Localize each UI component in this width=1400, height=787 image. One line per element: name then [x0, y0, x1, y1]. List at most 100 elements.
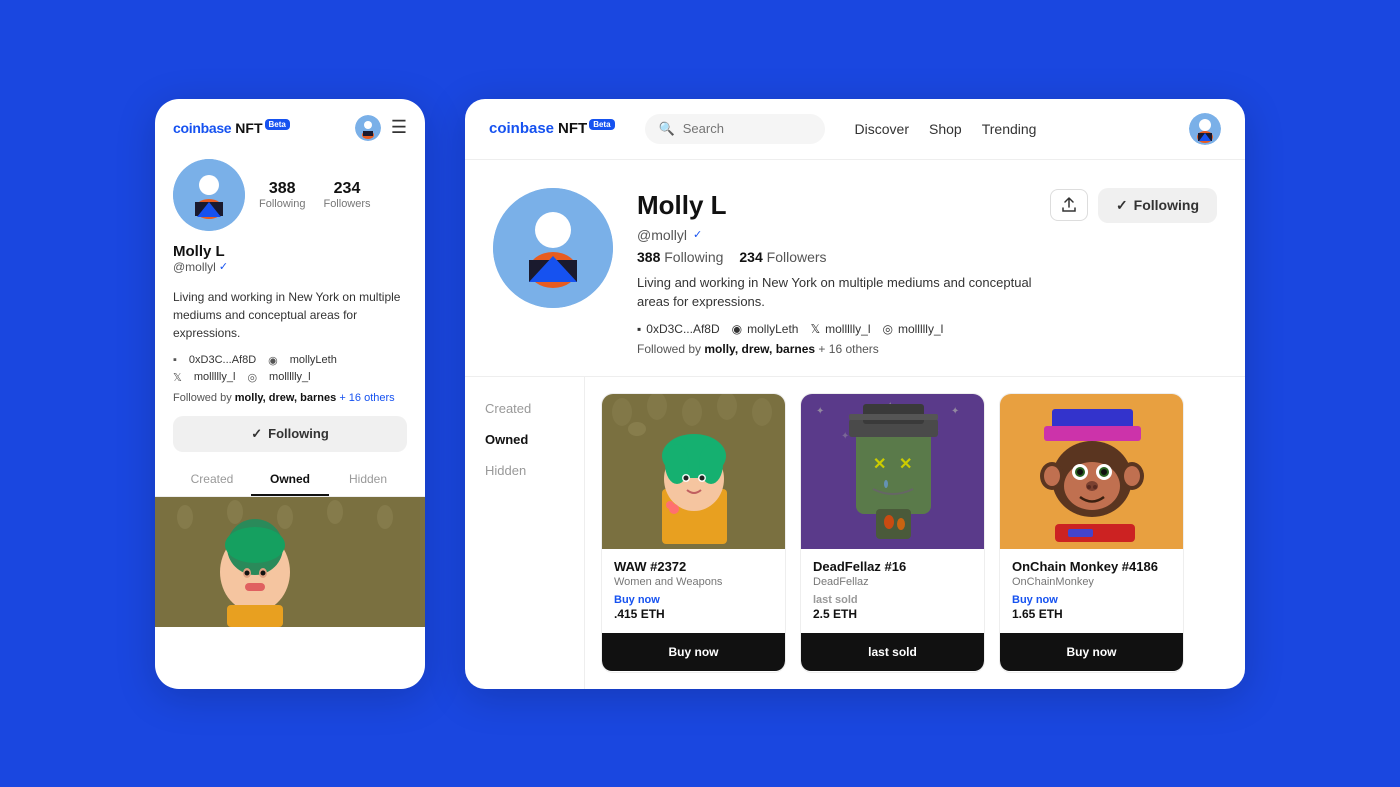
mobile-profile-avatar — [173, 159, 245, 231]
mobile-logo-nft: NFTBeta — [235, 120, 290, 136]
mobile-link-wallet: ▪ 0xD3C...Af8D ◉ mollyLeth — [173, 354, 407, 367]
nav-discover[interactable]: Discover — [855, 121, 909, 137]
twitter-icon: 𝕏 — [173, 371, 182, 384]
svg-text:✦: ✦ — [816, 406, 824, 417]
mobile-logo-coinbase: coinbase — [173, 120, 231, 136]
mobile-tab-hidden[interactable]: Hidden — [329, 464, 407, 496]
nft-card-0-title: WAW #2372 — [614, 559, 773, 574]
desktop-link-wallet: ▪ 0xD3C...Af8D — [637, 322, 720, 336]
desktop-search-bar[interactable]: 🔍 — [645, 114, 825, 144]
sidebar-tab-created[interactable]: Created — [465, 393, 584, 424]
desktop-logo: coinbase NFTBeta — [489, 120, 615, 137]
mobile-followed-by: Followed by molly, drew, barnes + 16 oth… — [155, 390, 425, 412]
nft-card-2-price-label: Buy now — [1012, 594, 1171, 606]
desktop-sidebar: Created Owned Hidden — [465, 377, 585, 689]
nft-card-2-collection: OnChainMonkey — [1012, 576, 1171, 588]
desktop-profile-info: Molly L ✓ Following @mollyl — [637, 188, 1217, 356]
svg-text:✦: ✦ — [841, 431, 849, 442]
desktop-profile-header-row: Molly L ✓ Following — [637, 188, 1217, 223]
mobile-following-button[interactable]: ✓ Following — [173, 416, 407, 452]
mobile-stats: 388 Following 234 Followers — [259, 180, 371, 210]
mobile-tabs: Created Owned Hidden — [155, 464, 425, 497]
desktop-logo-coinbase: coinbase — [489, 120, 554, 137]
nft-card-1-info: DeadFellaz #16 DeadFellaz last sold 2.5 … — [801, 549, 984, 633]
mobile-nft-preview — [155, 497, 425, 627]
desktop-verified-icon: ✓ — [693, 228, 702, 241]
desktop-instagram-icon: ◎ — [882, 322, 892, 336]
desktop-stats-row: 388 Following 234 Followers — [637, 249, 1217, 265]
desktop-handle-row: @mollyl ✓ — [637, 227, 1217, 243]
sidebar-tab-hidden[interactable]: Hidden — [465, 455, 584, 486]
beta-badge: Beta — [265, 119, 290, 130]
mobile-links: ▪ 0xD3C...Af8D ◉ mollyLeth 𝕏 mollllly_l … — [155, 350, 425, 390]
desktop-followed-others[interactable]: + 16 others — [818, 342, 878, 356]
nft-card-1-price: 2.5 ETH — [813, 607, 972, 621]
desktop-profile-name: Molly L — [637, 190, 727, 221]
nft-card-2-info: OnChain Monkey #4186 OnChainMonkey Buy n… — [1000, 549, 1183, 633]
mobile-profile-section: 388 Following 234 Followers — [155, 151, 425, 243]
desktop-wallet-icon: ▪ — [637, 322, 641, 336]
desktop-nav-links: Discover Shop Trending — [855, 121, 1037, 137]
nft-card-0-image — [602, 394, 785, 549]
desktop-following-button[interactable]: ✓ Following — [1098, 188, 1217, 223]
nav-trending[interactable]: Trending — [982, 121, 1037, 137]
desktop-link-instagram: ◎ mollllly_l — [882, 322, 943, 336]
hamburger-menu[interactable]: ☰ — [391, 117, 407, 138]
following-label: Following — [259, 198, 305, 210]
svg-text:✕: ✕ — [873, 456, 886, 473]
mobile-tab-created[interactable]: Created — [173, 464, 251, 496]
nft-card-1-title: DeadFellaz #16 — [813, 559, 972, 574]
nft-card-2-price: 1.65 ETH — [1012, 607, 1171, 621]
followers-label: Followers — [323, 198, 370, 210]
sidebar-tab-owned[interactable]: Owned — [465, 424, 584, 455]
mobile-nav-avatar[interactable] — [355, 115, 381, 141]
mobile-header: coinbase NFTBeta ☰ — [155, 99, 425, 151]
desktop-followers-stat: 234 Followers — [739, 249, 826, 265]
nft-card-2-title: OnChain Monkey #4186 — [1012, 559, 1171, 574]
nft-card-1-collection: DeadFellaz — [813, 576, 972, 588]
desktop-ens-icon: ◉ — [732, 322, 742, 336]
followed-others[interactable]: + 16 others — [339, 392, 394, 404]
nft-card-2: OnChain Monkey #4186 OnChainMonkey Buy n… — [999, 393, 1184, 673]
desktop-profile-actions: ✓ Following — [1050, 188, 1217, 223]
svg-text:✦: ✦ — [951, 406, 959, 417]
nft-card-0-action[interactable]: Buy now — [602, 633, 785, 671]
nft-card-0: WAW #2372 Women and Weapons Buy now .415… — [601, 393, 786, 673]
search-icon: 🔍 — [659, 121, 675, 137]
following-count: 388 — [259, 180, 305, 198]
desktop-followed-by: Followed by molly, drew, barnes + 16 oth… — [637, 342, 1217, 356]
share-icon — [1061, 197, 1077, 213]
nft-card-2-image — [1000, 394, 1183, 549]
desktop-card: coinbase NFTBeta 🔍 Discover Shop Trendin… — [465, 99, 1245, 689]
mobile-followers-stat: 234 Followers — [323, 180, 370, 210]
followers-count: 234 — [323, 180, 370, 198]
desktop-logo-nft: NFTBeta — [558, 120, 615, 137]
desktop-links-row: ▪ 0xD3C...Af8D ◉ mollyLeth 𝕏 mollllly_l … — [637, 322, 1217, 336]
desktop-beta-badge: Beta — [589, 119, 614, 130]
nav-shop[interactable]: Shop — [929, 121, 962, 137]
mobile-tab-owned[interactable]: Owned — [251, 464, 329, 496]
nft-card-2-action[interactable]: Buy now — [1000, 633, 1183, 671]
mobile-header-icons: ☰ — [355, 115, 407, 141]
nft-card-1: ✦ ✦ ✦ ✦ ✦ ✕ ✕ — [800, 393, 985, 673]
verified-icon: ✓ — [219, 260, 228, 273]
desktop-navbar: coinbase NFTBeta 🔍 Discover Shop Trendin… — [465, 99, 1245, 160]
desktop-content: Created Owned Hidden — [465, 377, 1245, 689]
mobile-user-name: Molly L — [173, 243, 407, 260]
nft-card-1-action[interactable]: last sold — [801, 633, 984, 671]
desktop-profile-area: Molly L ✓ Following @mollyl — [465, 160, 1245, 377]
ens-icon: ◉ — [268, 354, 278, 367]
mobile-bio: Living and working in New York on multip… — [155, 282, 425, 350]
search-input[interactable] — [683, 121, 811, 136]
desktop-nav-avatar[interactable] — [1189, 113, 1221, 145]
mobile-following-stat: 388 Following — [259, 180, 305, 210]
desktop-user-handle: @mollyl — [637, 227, 687, 243]
desktop-following-stat: 388 Following — [637, 249, 723, 265]
desktop-link-ens: ◉ mollyLeth — [732, 322, 799, 336]
nft-card-0-price: .415 ETH — [614, 607, 773, 621]
desktop-bio: Living and working in New York on multip… — [637, 273, 1057, 312]
following-check-icon: ✓ — [1116, 197, 1128, 214]
mobile-card: coinbase NFTBeta ☰ — [155, 99, 425, 689]
share-button[interactable] — [1050, 189, 1088, 221]
desktop-twitter-icon: 𝕏 — [810, 322, 820, 336]
